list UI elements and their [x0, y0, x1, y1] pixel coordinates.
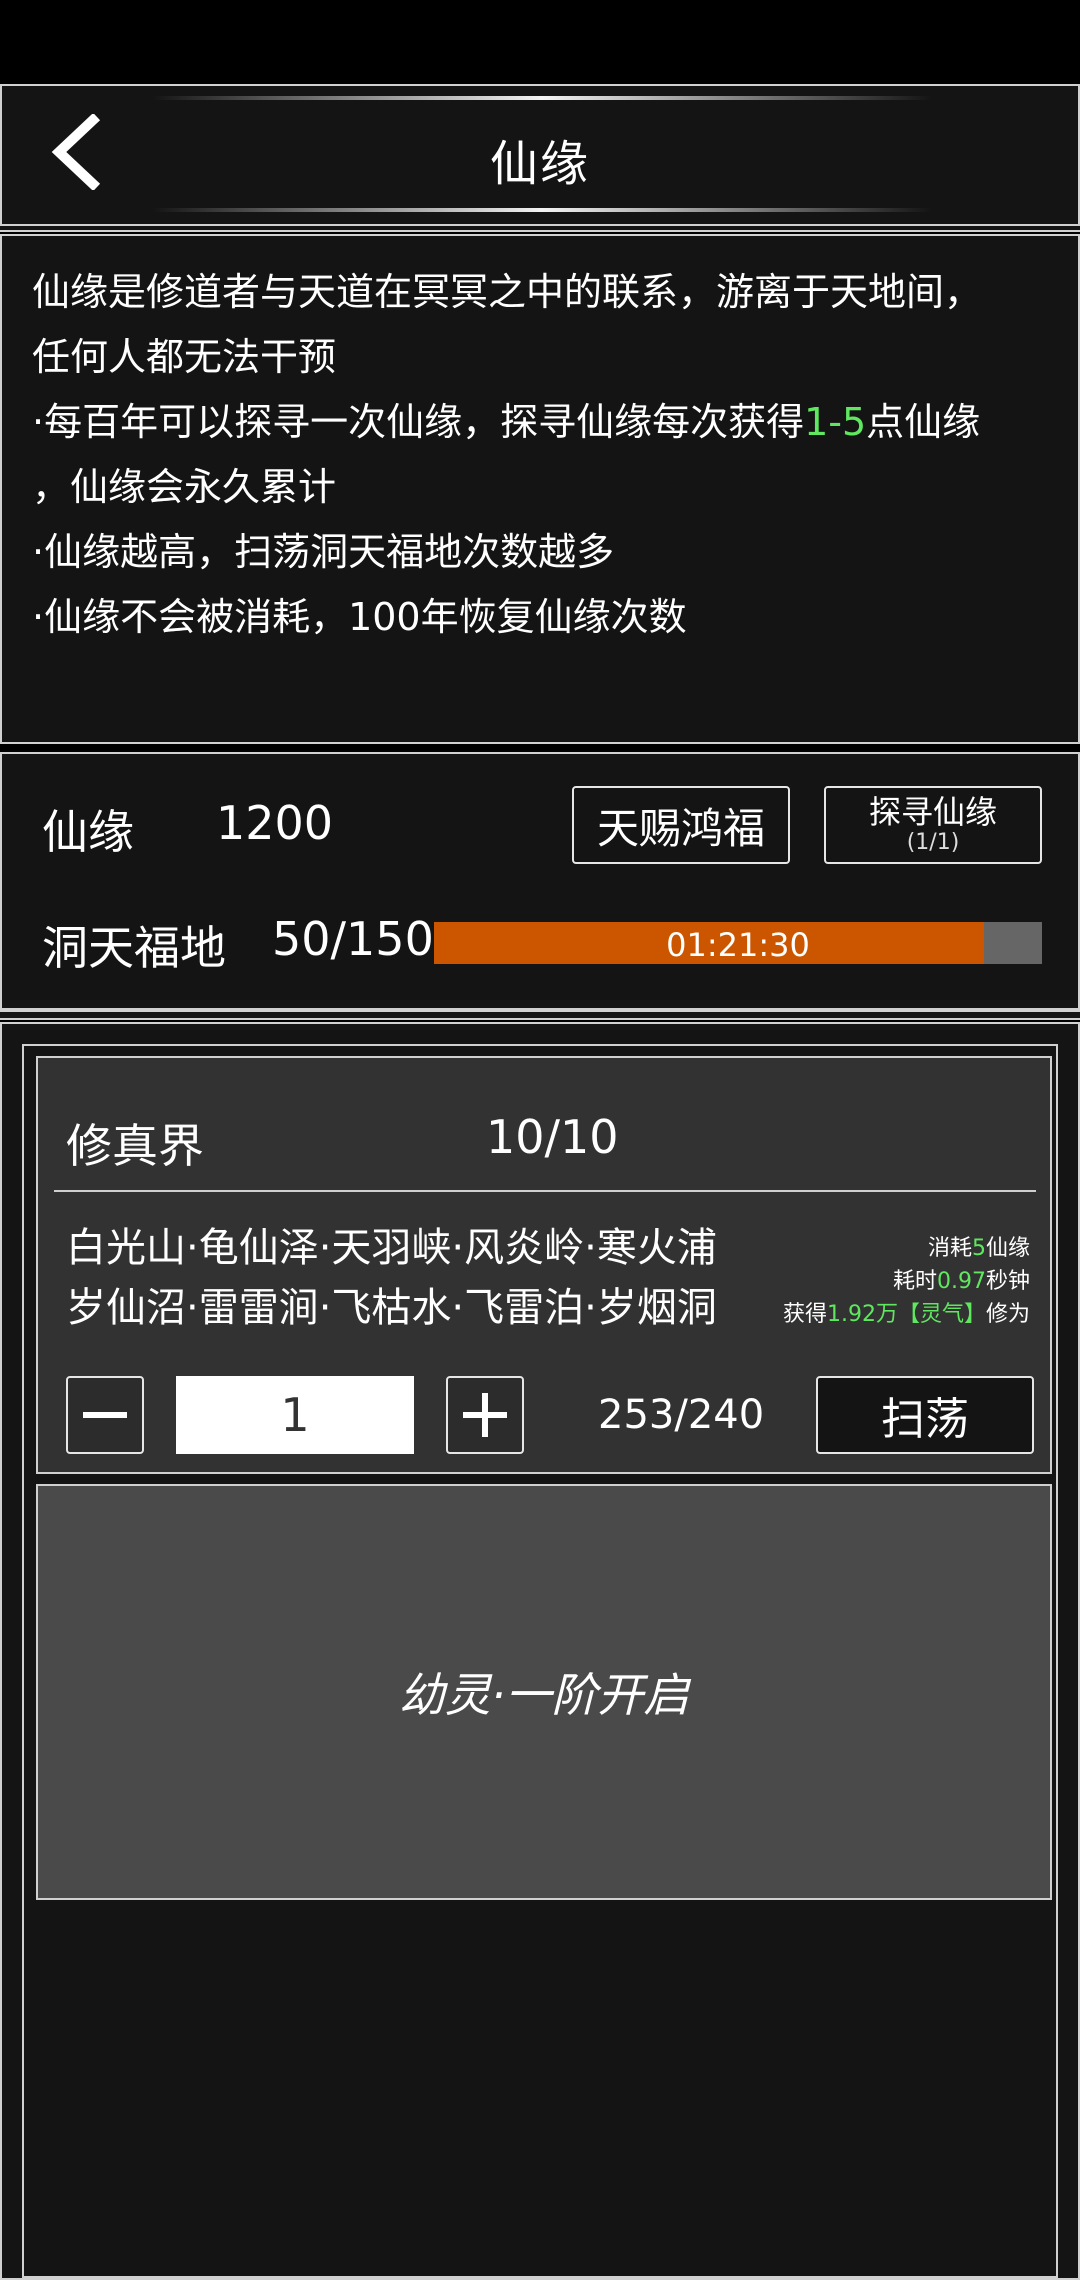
- description-text-part: 点仙缘: [866, 400, 981, 444]
- header-decoration-bottom: [152, 208, 932, 212]
- sweep-cost-info: 消耗5仙缘 耗时0.97秒钟 获得1.92万【灵气】修为: [783, 1232, 1030, 1331]
- realm-divider: [54, 1190, 1036, 1192]
- sweep-button[interactable]: 扫荡: [816, 1376, 1034, 1454]
- xianyuan-value: 1200: [216, 796, 334, 850]
- main-panel: 修真界 10/10 白光山·龟仙泽·天羽峡·风炎岭·寒火浦 岁仙沼·雷雷涧·飞枯…: [0, 1022, 1080, 2280]
- time-suffix: 秒钟: [985, 1269, 1030, 1294]
- cost-line: 消耗5仙缘: [783, 1232, 1030, 1265]
- location-line: 白光山·龟仙泽·天羽峡·风炎岭·寒火浦: [66, 1225, 717, 1271]
- search-count: (1/1): [906, 830, 960, 855]
- locked-realm-card: 幼灵·一阶开启: [36, 1484, 1052, 1900]
- description-line: ·仙缘越高，扫荡洞天福地次数越多: [32, 530, 615, 574]
- quantity-input[interactable]: [176, 1376, 414, 1454]
- resource-panel: 仙缘 1200 天赐鸿福 探寻仙缘 (1/1) 洞天福地 50/150 01:2…: [0, 752, 1080, 1010]
- header-decoration-top: [152, 96, 932, 100]
- minus-icon: [83, 1412, 127, 1418]
- dongtian-label: 洞天福地: [42, 921, 226, 975]
- description-line: ，仙缘会永久累计: [32, 465, 337, 509]
- main-inner-frame: 修真界 10/10 白光山·龟仙泽·天羽峡·风炎岭·寒火浦 岁仙沼·雷雷涧·飞枯…: [22, 1044, 1058, 2278]
- realm-name: 修真界: [66, 1119, 204, 1173]
- unlock-requirement: 幼灵·一阶开启: [398, 1668, 690, 1722]
- header-divider: [0, 224, 1080, 232]
- description-line: 任何人都无法干预: [32, 335, 337, 379]
- dongtian-value: 50/150: [272, 912, 434, 966]
- description-line: ·每百年可以探寻一次仙缘，探寻仙缘每次获得1-5点仙缘: [32, 390, 1052, 455]
- location-line: 岁仙沼·雷雷涧·飞枯水·飞雷泊·岁烟洞: [66, 1285, 717, 1331]
- description-line: ·仙缘不会被消耗，100年恢复仙缘次数: [32, 595, 687, 639]
- search-xianyuan-button[interactable]: 探寻仙缘 (1/1): [824, 786, 1042, 864]
- search-button-label: 探寻仙缘: [868, 793, 997, 831]
- sweep-button-label: 扫荡: [881, 1394, 969, 1445]
- location-list: 白光山·龟仙泽·天羽峡·风炎岭·寒火浦 岁仙沼·雷雷涧·飞枯水·飞雷泊·岁烟洞: [66, 1218, 717, 1338]
- gain-suffix: 修为: [985, 1302, 1030, 1327]
- time-line: 耗时0.97秒钟: [783, 1265, 1030, 1298]
- cost-value: 5: [971, 1236, 986, 1261]
- recovery-timer: 01:21:30: [666, 926, 810, 964]
- cost-prefix: 消耗: [927, 1236, 972, 1261]
- description-panel: 仙缘是修道者与天道在冥冥之中的联系，游离于天地间， 任何人都无法干预 ·每百年可…: [0, 234, 1080, 744]
- recovery-progress-bar: 01:21:30: [434, 922, 1042, 964]
- gain-line: 获得1.92万【灵气】修为: [783, 1298, 1030, 1331]
- reward-range-highlight: 1-5: [804, 400, 867, 444]
- time-prefix: 耗时: [892, 1269, 937, 1294]
- realm-count: 10/10: [486, 1110, 619, 1164]
- resource-divider: [0, 1010, 1080, 1020]
- gain-value: 1.92万【灵气】: [826, 1302, 986, 1327]
- status-bar: [0, 0, 1080, 84]
- blessing-button[interactable]: 天赐鸿福: [572, 786, 790, 864]
- description-line: 仙缘是修道者与天道在冥冥之中的联系，游离于天地间，: [32, 270, 983, 314]
- description-text: 仙缘是修道者与天道在冥冥之中的联系，游离于天地间， 任何人都无法干预 ·每百年可…: [32, 260, 1052, 650]
- sweep-capacity: 253/240: [598, 1392, 765, 1438]
- realm-card: 修真界 10/10 白光山·龟仙泽·天羽峡·风炎岭·寒火浦 岁仙沼·雷雷涧·飞枯…: [36, 1056, 1052, 1474]
- header-bar: 仙缘: [0, 84, 1080, 226]
- gain-prefix: 获得: [782, 1302, 827, 1327]
- description-text-part: ·每百年可以探寻一次仙缘，探寻仙缘每次获得: [32, 400, 805, 444]
- plus-icon: [463, 1393, 507, 1437]
- xianyuan-label: 仙缘: [42, 805, 134, 859]
- time-value: 0.97: [937, 1269, 986, 1294]
- decrease-button[interactable]: [66, 1376, 144, 1454]
- page-title: 仙缘: [489, 136, 590, 192]
- cost-suffix: 仙缘: [985, 1236, 1030, 1261]
- increase-button[interactable]: [446, 1376, 524, 1454]
- blessing-button-label: 天赐鸿福: [596, 803, 765, 853]
